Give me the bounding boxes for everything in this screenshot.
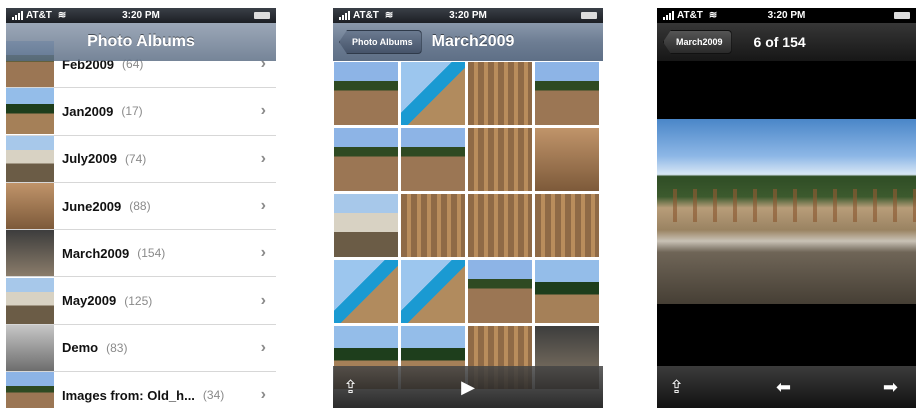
album-name: Images from: Old_h... <box>62 387 195 403</box>
album-name: May2009 <box>62 293 117 309</box>
album-count: (88) <box>129 199 151 214</box>
album-list: Feb2009 (64) › Jan2009 (17) › July2009 (74) › Jun… <box>6 41 276 408</box>
photo-grid <box>334 62 602 389</box>
back-button[interactable]: Photo Albums <box>339 30 422 54</box>
chevron-right-icon: › <box>260 244 266 262</box>
album-count: (34) <box>202 388 225 403</box>
share-icon[interactable]: ⇪ <box>669 377 684 398</box>
album-count: (154) <box>137 246 166 261</box>
chevron-right-icon: › <box>260 149 266 167</box>
chevron-right-icon: › <box>260 291 266 309</box>
status-bar: AT&T ≋ 3:20 PM <box>657 8 916 23</box>
photo-thumbnail[interactable] <box>468 260 532 323</box>
right-arrow-icon[interactable]: ➡ <box>883 377 898 398</box>
album-name: Demo <box>62 340 99 356</box>
photo-thumbnail[interactable] <box>468 62 532 125</box>
album-count: (125) <box>124 293 153 308</box>
photo-thumbnail[interactable] <box>535 128 599 191</box>
chevron-right-icon: › <box>260 338 266 356</box>
status-bar: AT&T ≋ 3:20 PM <box>6 8 276 23</box>
page-title: Photo Albums <box>87 33 195 50</box>
viewer-navbar: March2009 6 of 154 <box>657 23 916 61</box>
album-row[interactable]: March2009 (154) › <box>6 230 276 278</box>
album-thumbnail <box>6 372 54 408</box>
viewer-toolbar: ⇪ ⬅ ➡ <box>657 366 916 408</box>
albums-navbar: Photo Albums <box>6 23 276 61</box>
battery-icon <box>894 12 910 19</box>
photo-thumbnail[interactable] <box>401 194 465 257</box>
album-thumbnail <box>6 230 54 277</box>
status-bar: AT&T ≋ 3:20 PM <box>333 8 603 23</box>
album-row[interactable]: July2009 (74) › <box>6 135 276 183</box>
chevron-right-icon: › <box>260 386 266 404</box>
album-thumbnail <box>6 324 54 371</box>
album-row[interactable]: May2009 (125) › <box>6 277 276 325</box>
grid-toolbar: ⇪ ▶ <box>333 366 603 408</box>
photo-counter: 6 of 154 <box>753 34 806 50</box>
albums-screen: AT&T ≋ 3:20 PM Photo Albums Feb2009 (64) ›… <box>6 8 276 408</box>
chevron-right-icon: › <box>260 197 266 215</box>
photo-image[interactable] <box>657 119 916 304</box>
left-arrow-icon[interactable]: ⬅ <box>776 377 791 398</box>
album-count: (17) <box>121 104 143 119</box>
status-time: 3:20 PM <box>767 10 806 21</box>
album-thumbnail <box>6 277 54 324</box>
album-thumbnail <box>6 183 54 230</box>
photo-thumbnail[interactable] <box>535 194 599 257</box>
photo-thumbnail[interactable] <box>535 62 599 125</box>
status-time: 3:20 PM <box>122 10 160 21</box>
photo-thumbnail[interactable] <box>334 128 398 191</box>
grid-navbar: Photo Albums March2009 <box>333 23 603 61</box>
album-name: Jan2009 <box>62 103 114 119</box>
album-row[interactable]: June2009 (88) › <box>6 182 276 231</box>
album-name: March2009 <box>62 245 130 261</box>
photo-thumbnail[interactable] <box>401 62 465 125</box>
photo-thumbnail[interactable] <box>334 62 398 125</box>
page-title: March2009 <box>431 33 515 50</box>
album-count: (83) <box>106 340 128 355</box>
album-thumbnail <box>6 88 54 135</box>
album-thumbnail <box>6 135 54 182</box>
album-count: (74) <box>124 151 147 166</box>
album-row[interactable]: Images from: Old_h... (34) › <box>6 372 276 408</box>
photo-viewer-screen: AT&T ≋ 3:20 PM March2009 6 of 154 ⇪ ⬅ ➡ <box>657 8 916 408</box>
album-row[interactable]: Demo (83) › <box>6 324 276 373</box>
photo-thumbnail[interactable] <box>334 260 398 323</box>
album-grid-screen: AT&T ≋ 3:20 PM Photo Albums March2009 ⇪ … <box>333 8 603 408</box>
album-name: July2009 <box>62 151 117 167</box>
play-icon[interactable]: ▶ <box>461 377 475 398</box>
album-name: June2009 <box>62 198 122 214</box>
share-icon[interactable]: ⇪ <box>343 377 358 398</box>
chevron-right-icon: › <box>260 102 266 120</box>
photo-thumbnail[interactable] <box>334 194 398 257</box>
status-time: 3:20 PM <box>449 10 487 21</box>
battery-icon <box>581 12 597 19</box>
photo-thumbnail[interactable] <box>535 260 599 323</box>
photo-thumbnail[interactable] <box>401 260 465 323</box>
battery-icon <box>254 12 270 19</box>
photo-thumbnail[interactable] <box>468 194 532 257</box>
back-button[interactable]: March2009 <box>663 30 732 54</box>
photo-thumbnail[interactable] <box>468 128 532 191</box>
album-row[interactable]: Jan2009 (17) › <box>6 88 276 136</box>
photo-thumbnail[interactable] <box>401 128 465 191</box>
